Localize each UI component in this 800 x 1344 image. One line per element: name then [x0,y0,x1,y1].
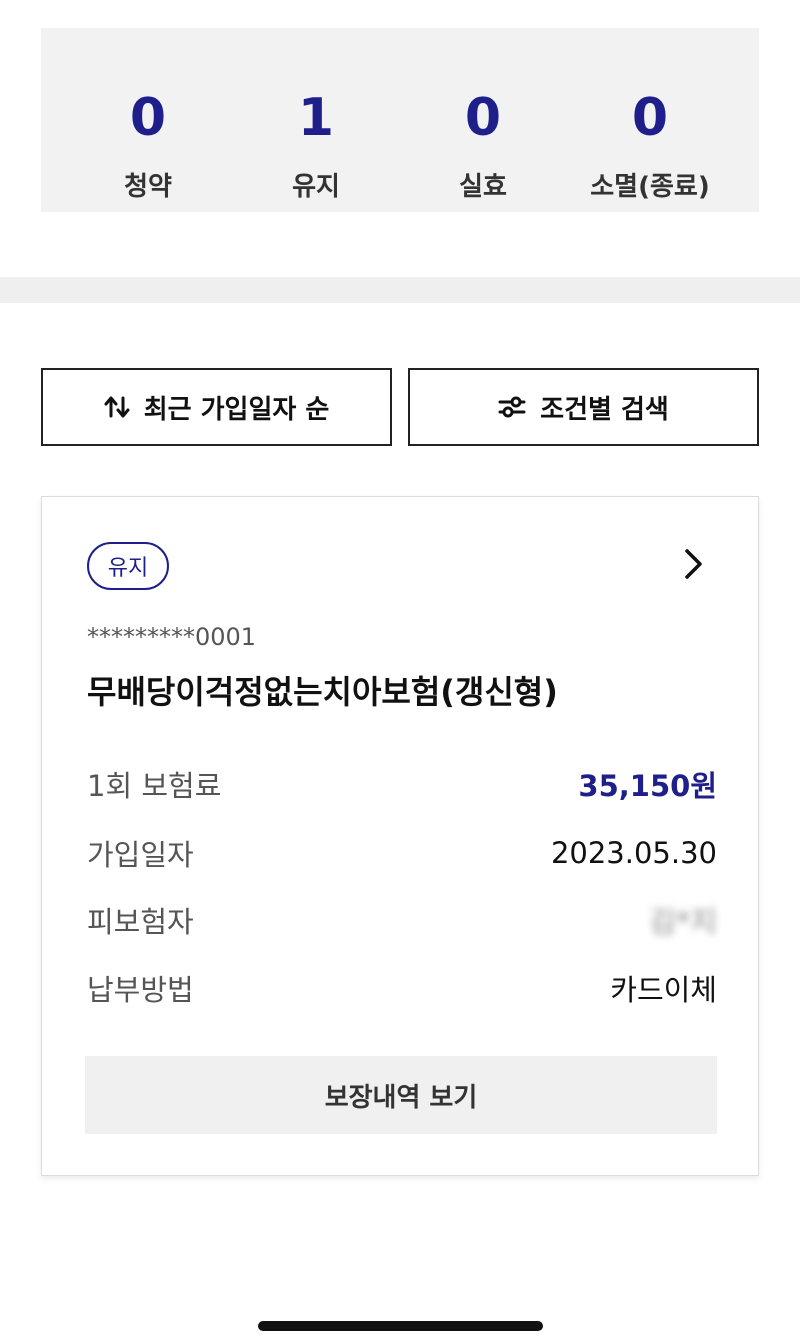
payment-method-value: 카드이체 [610,973,717,1007]
join-date-value: 2023.05.30 [550,836,717,870]
status-badge: 유지 [87,542,169,590]
insured-value: 김*지 [649,905,717,939]
home-indicator [258,1321,543,1331]
contract-card[interactable]: 유지 *********0001 무배당이걱정없는치아보험(갱신형) 1회 보험… [41,496,759,1176]
chevron-right-icon[interactable] [682,546,706,582]
summary-count: 0 [631,88,669,148]
join-date-row: 가입일자 2023.05.30 [87,833,717,873]
sort-button-label: 최근 가입일자 순 [143,394,330,425]
row-label: 가입일자 [87,838,194,872]
row-label: 1회 보험료 [87,769,222,803]
contract-status-summary: 0 청약 1 유지 0 실효 0 소멸(종료) [41,28,759,212]
insured-row: 피보험자 김*지 [87,900,717,940]
view-coverage-button[interactable]: 보장내역 보기 [85,1056,717,1134]
payment-method-row: 납부방법 카드이체 [87,968,717,1008]
premium-value: 35,150원 [578,769,717,803]
summary-item-active[interactable]: 1 유지 [232,28,400,212]
condition-search-label: 조건별 검색 [540,394,669,425]
row-label: 납부방법 [87,973,194,1007]
summary-count: 0 [129,88,167,148]
summary-count: 1 [297,88,335,148]
product-name: 무배당이걱정없는치아보험(갱신형) [87,673,558,711]
section-divider [0,277,800,303]
condition-search-button[interactable]: 조건별 검색 [408,368,759,446]
sort-button[interactable]: 최근 가입일자 순 [41,368,392,446]
sort-arrows-icon [104,395,130,419]
summary-item-terminated[interactable]: 0 소멸(종료) [566,28,734,212]
summary-count: 0 [464,88,502,148]
summary-item-lapsed[interactable]: 0 실효 [399,28,567,212]
summary-label: 청약 [124,172,172,202]
summary-item-subscription[interactable]: 0 청약 [64,28,232,212]
row-label: 피보험자 [87,905,194,939]
sliders-icon [498,394,526,420]
summary-label: 소멸(종료) [590,172,710,202]
summary-label: 유지 [292,172,340,202]
summary-label: 실효 [459,172,507,202]
policy-number: *********0001 [87,623,257,651]
premium-row: 1회 보험료 35,150원 [87,764,717,804]
page: 0 청약 1 유지 0 실효 0 소멸(종료) 최근 가입일자 순 조건별 검색… [0,0,800,1344]
